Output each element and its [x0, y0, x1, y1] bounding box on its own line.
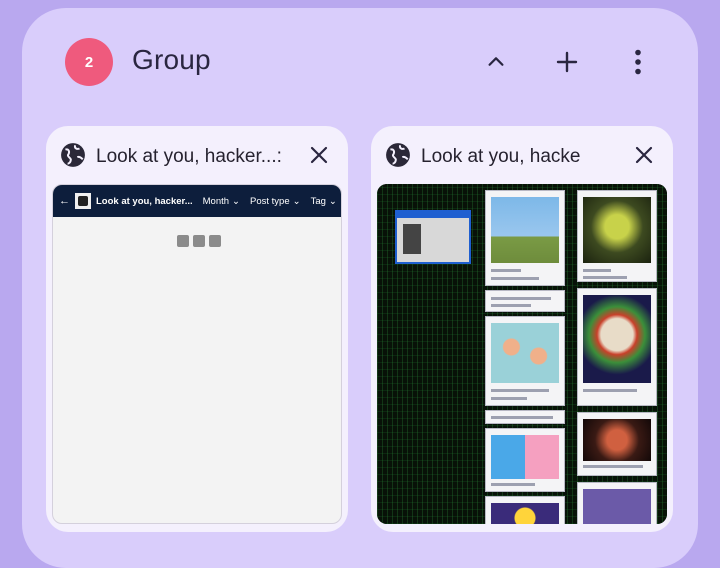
post-column	[577, 190, 657, 524]
post-card	[485, 290, 565, 312]
site-name: Look at you, hacker...	[96, 195, 193, 207]
chevron-down-icon: ⌄	[328, 195, 337, 207]
tab-title: Look at you, hacke	[421, 146, 581, 167]
close-tab-button[interactable]	[306, 142, 332, 168]
globe-icon	[386, 143, 410, 167]
plus-icon	[556, 51, 578, 73]
back-arrow-icon: ←	[59, 195, 70, 207]
post-card	[485, 496, 565, 524]
site-header-bar: ← Look at you, hacker... Month ⌄ Post typ…	[53, 185, 341, 217]
tab-group-panel: 2 Group Look at you, hacker...: ... ← Lo…	[22, 8, 698, 568]
close-icon	[310, 146, 328, 164]
post-card	[485, 316, 565, 406]
group-header: 2 Group	[22, 8, 698, 118]
loading-indicator	[177, 235, 221, 247]
tab-count-badge: 2	[65, 38, 113, 86]
chevron-down-icon: ⌄	[292, 195, 301, 207]
collapse-group-button[interactable]	[476, 42, 516, 82]
more-options-button[interactable]	[618, 42, 658, 82]
close-tab-button[interactable]	[631, 142, 657, 168]
tab-title: Look at you, hacker...: ...	[96, 146, 286, 167]
tab-thumbnail[interactable]: ← Look at you, hacker... Month ⌄ Post typ…	[52, 184, 342, 524]
post-card	[485, 410, 565, 424]
post-card	[577, 482, 657, 524]
filter-post-type: Post type ⌄	[250, 195, 301, 207]
more-vert-icon	[635, 49, 641, 75]
globe-icon	[61, 143, 85, 167]
post-card	[485, 428, 565, 492]
filter-month: Month ⌄	[202, 195, 240, 207]
post-column	[485, 190, 565, 524]
post-card	[577, 288, 657, 406]
tab-header: Look at you, hacke	[371, 126, 673, 184]
mini-window-image	[395, 210, 471, 264]
post-card	[485, 190, 565, 286]
tab-card[interactable]: Look at you, hacke	[371, 126, 673, 532]
add-tab-button[interactable]	[547, 42, 587, 82]
group-title[interactable]: Group	[132, 44, 211, 76]
post-card	[577, 190, 657, 282]
post-card	[577, 412, 657, 476]
filter-tag: Tag ⌄	[310, 195, 337, 207]
close-icon	[635, 146, 653, 164]
tab-card[interactable]: Look at you, hacker...: ... ← Look at yo…	[46, 126, 348, 532]
tab-thumbnail[interactable]	[377, 184, 667, 524]
chevron-up-icon	[488, 57, 504, 66]
chevron-down-icon: ⌄	[232, 195, 240, 207]
tab-header: Look at you, hacker...: ...	[46, 126, 348, 184]
site-logo	[75, 193, 91, 209]
